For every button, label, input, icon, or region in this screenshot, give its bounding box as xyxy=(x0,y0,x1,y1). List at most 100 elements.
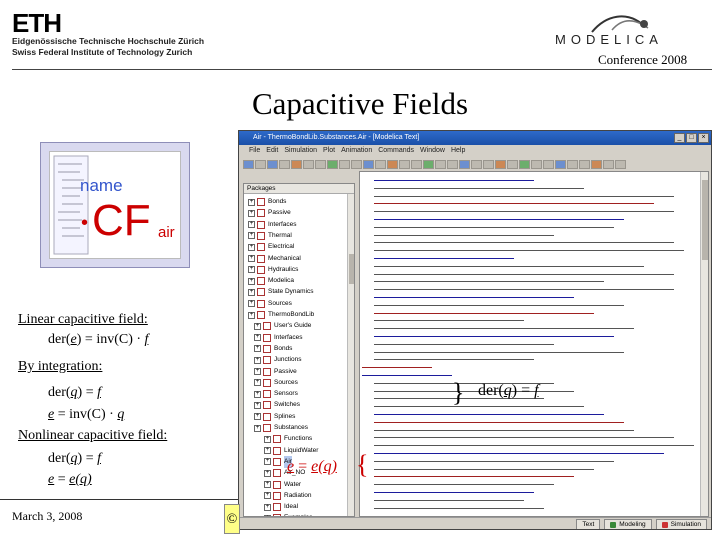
expand-icon[interactable]: + xyxy=(264,435,271,443)
editor-scroll-thumb[interactable] xyxy=(702,180,708,260)
package-item[interactable]: + Passive xyxy=(254,366,297,378)
undo-icon[interactable] xyxy=(339,160,350,169)
ellipse-icon[interactable] xyxy=(411,160,422,169)
connect-icon[interactable] xyxy=(591,160,602,169)
align-icon[interactable] xyxy=(579,160,590,169)
text-mode-button[interactable]: Text xyxy=(576,519,601,529)
search-icon[interactable] xyxy=(615,160,626,169)
check-icon[interactable] xyxy=(327,160,338,169)
package-item[interactable]: + User's Guide xyxy=(254,320,311,332)
expand-icon[interactable]: + xyxy=(248,288,255,296)
save-icon[interactable] xyxy=(267,160,278,169)
docs-icon[interactable] xyxy=(507,160,518,169)
package-item[interactable]: + ThermoBondLib xyxy=(248,309,314,321)
info-icon[interactable] xyxy=(471,160,482,169)
help-icon[interactable] xyxy=(543,160,554,169)
equation-icon[interactable] xyxy=(495,160,506,169)
print-icon[interactable] xyxy=(279,160,290,169)
layer-icon[interactable] xyxy=(531,160,542,169)
rotate-icon[interactable] xyxy=(567,160,578,169)
package-item[interactable]: + Interfaces xyxy=(254,332,303,344)
package-item[interactable]: + Switches xyxy=(254,399,300,411)
line-icon[interactable] xyxy=(387,160,398,169)
modeling-mode-button[interactable]: Modeling xyxy=(604,519,652,529)
package-item[interactable]: + Splines xyxy=(254,411,295,423)
modelica-text-editor[interactable] xyxy=(359,171,709,517)
expand-icon[interactable]: + xyxy=(264,469,271,477)
expand-icon[interactable]: + xyxy=(264,503,271,511)
simulate-icon[interactable] xyxy=(519,160,530,169)
package-item[interactable]: + Sources xyxy=(254,377,298,389)
select-icon[interactable] xyxy=(603,160,614,169)
zoom-icon[interactable] xyxy=(363,160,374,169)
expand-icon[interactable]: + xyxy=(254,345,261,353)
expand-icon[interactable]: + xyxy=(254,356,261,364)
package-item[interactable]: + Thermal xyxy=(248,230,292,242)
expand-icon[interactable]: + xyxy=(248,232,255,240)
expand-icon[interactable]: + xyxy=(264,458,271,466)
redo-icon[interactable] xyxy=(351,160,362,169)
fill-icon[interactable] xyxy=(447,160,458,169)
expand-icon[interactable]: + xyxy=(248,243,255,251)
package-item[interactable]: + Substances xyxy=(254,422,308,434)
open-icon[interactable] xyxy=(255,160,266,169)
close-button[interactable]: × xyxy=(698,133,709,143)
expand-icon[interactable]: + xyxy=(254,334,261,342)
expand-icon[interactable]: + xyxy=(254,413,261,421)
text-icon[interactable] xyxy=(423,160,434,169)
new-icon[interactable] xyxy=(243,160,254,169)
package-item[interactable]: + Sensors xyxy=(254,388,298,400)
expand-icon[interactable]: + xyxy=(248,277,255,285)
cut-icon[interactable] xyxy=(291,160,302,169)
flip-icon[interactable] xyxy=(555,160,566,169)
package-item[interactable]: + Bonds xyxy=(254,343,292,355)
expand-icon[interactable]: + xyxy=(254,322,261,330)
package-item[interactable]: + Interfaces xyxy=(248,219,297,231)
expand-icon[interactable]: + xyxy=(248,209,255,217)
expand-icon[interactable]: + xyxy=(264,492,271,500)
package-item[interactable]: + Functions xyxy=(264,433,312,445)
copy-icon[interactable] xyxy=(303,160,314,169)
paste-icon[interactable] xyxy=(315,160,326,169)
menu-file[interactable]: File xyxy=(249,145,260,157)
menu-window[interactable]: Window xyxy=(420,145,445,157)
package-item[interactable]: + Ideal xyxy=(264,501,298,513)
expand-icon[interactable]: + xyxy=(254,379,261,387)
package-item[interactable]: + State Dynamics xyxy=(248,286,314,298)
maximize-button[interactable]: □ xyxy=(686,133,697,143)
menu-animation[interactable]: Animation xyxy=(341,145,372,157)
expand-icon[interactable]: + xyxy=(254,390,261,398)
menu-help[interactable]: Help xyxy=(451,145,465,157)
package-scroll-thumb[interactable] xyxy=(349,254,354,284)
menu-commands[interactable]: Commands xyxy=(378,145,414,157)
expand-icon[interactable]: + xyxy=(248,198,255,206)
expand-icon[interactable]: + xyxy=(248,300,255,308)
menu-plot[interactable]: Plot xyxy=(323,145,335,157)
diagram-icon[interactable] xyxy=(483,160,494,169)
package-item[interactable]: + Radiation xyxy=(264,490,311,502)
package-item[interactable]: + Passive xyxy=(248,207,291,219)
expand-icon[interactable]: + xyxy=(248,311,255,319)
package-item[interactable]: + Bonds xyxy=(248,196,286,208)
expand-icon[interactable]: + xyxy=(254,401,261,409)
package-item[interactable]: + Sources xyxy=(248,298,292,310)
package-item[interactable]: + Junctions xyxy=(254,354,301,366)
window-title-bar[interactable]: Air - ThermoBondLib.Substances.Air - [Mo… xyxy=(239,131,711,145)
expand-icon[interactable]: + xyxy=(248,255,255,262)
package-item[interactable]: + Electrical xyxy=(248,241,294,253)
expand-icon[interactable]: + xyxy=(264,447,271,455)
editor-scrollbar[interactable] xyxy=(700,172,708,516)
package-item[interactable]: + LiquidWater xyxy=(264,445,318,457)
menu-simulation[interactable]: Simulation xyxy=(284,145,317,157)
package-scrollbar[interactable] xyxy=(347,194,354,516)
color-icon[interactable] xyxy=(435,160,446,169)
expand-icon[interactable]: + xyxy=(248,221,255,229)
expand-icon[interactable]: + xyxy=(264,481,271,488)
expand-icon[interactable]: + xyxy=(248,266,255,274)
package-item[interactable]: + Mechanical xyxy=(248,253,301,265)
package-item[interactable]: + Modelica xyxy=(248,275,294,287)
minimize-button[interactable]: _ xyxy=(674,133,685,143)
expand-icon[interactable]: + xyxy=(254,424,261,432)
package-item[interactable]: + Water xyxy=(264,479,301,491)
arrow-icon[interactable] xyxy=(375,160,386,169)
